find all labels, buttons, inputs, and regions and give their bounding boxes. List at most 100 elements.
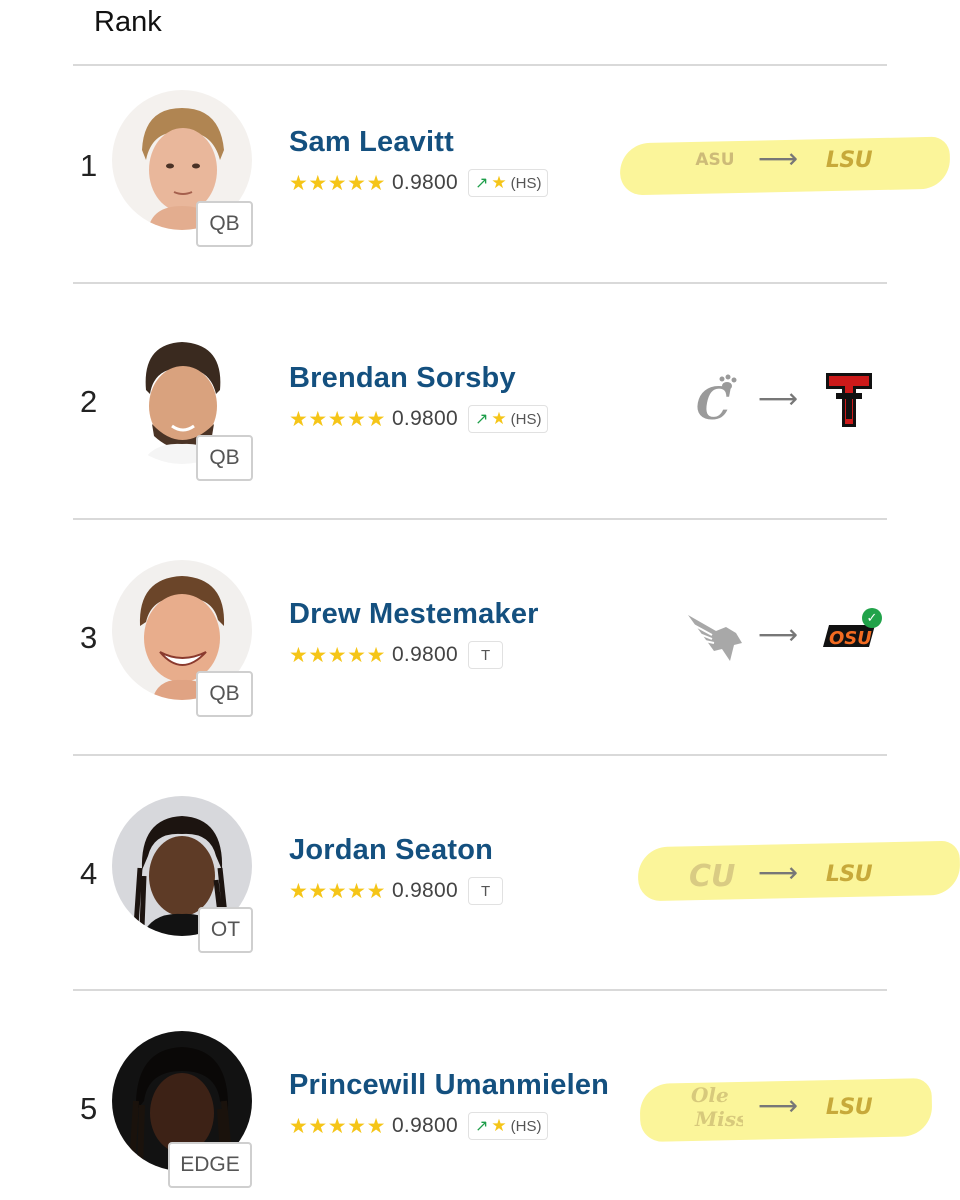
star-icon: ★ (366, 407, 386, 431)
star-icon: ★ (491, 1116, 507, 1135)
position-badge: QB (196, 201, 253, 247)
svg-text:Miss: Miss (694, 1107, 743, 1131)
rating-line: ★ ★ ★ ★ ★ 0.9800 T (289, 876, 504, 906)
star-icon: ★ (327, 879, 347, 903)
rating-value: 0.9800 (391, 879, 458, 902)
rating-line: ★ ★ ★ ★ ★ 0.9800 ↗ ★ (HS) (289, 168, 549, 198)
rating-value: 0.9800 (391, 643, 458, 666)
transfer-chip[interactable]: T (467, 641, 504, 669)
player-row-1[interactable]: 1 QB Sam Leavitt ★ ★ ★ ★ ★ 0.9800 ↗ ★ (HS) A… (0, 66, 960, 301)
star-icon: ★ (366, 171, 386, 195)
position-badge: QB (196, 671, 253, 717)
chip-label: (HS) (510, 410, 542, 428)
star-icon: ★ (366, 879, 386, 903)
cincinnati-logo[interactable]: C (682, 374, 748, 429)
rating-line: ★ ★ ★ ★ ★ 0.9800 T (289, 640, 504, 670)
star-icon: ★ (289, 1114, 308, 1138)
arrow-right-icon: ⟶ (758, 1090, 799, 1121)
player-name-link[interactable]: Drew Mestemaker (289, 598, 539, 631)
player-row-4[interactable]: 4 OT Jordan Seaton ★ ★ ★ ★ ★ 0.9800 T CU ⟶ L… (0, 756, 960, 991)
committed-check-icon: ✓ (862, 608, 882, 628)
star-icon: ★ (347, 879, 366, 903)
transfer-path: ⟶ OSU ✓ (620, 606, 960, 666)
star-icon: ★ (308, 171, 328, 195)
star-icon: ★ (289, 171, 308, 195)
star-icon: ★ (308, 1114, 328, 1138)
arrow-right-icon: ⟶ (758, 143, 799, 174)
arrow-right-icon: ⟶ (758, 857, 799, 888)
rank-number: 4 (80, 856, 98, 891)
position-badge: EDGE (168, 1142, 252, 1188)
star-icon: ★ (308, 879, 328, 903)
player-name-link[interactable]: Brendan Sorsby (289, 362, 516, 395)
page-title: Rank (94, 6, 162, 38)
player-name-link[interactable]: Jordan Seaton (289, 834, 493, 867)
star-icon: ★ (308, 643, 328, 667)
transfer-path: ASU ⟶ LSU (619, 130, 960, 196)
player-row-5[interactable]: 5 EDGE Princewill Umanmielen ★ ★ ★ ★ ★ 0.980… (0, 991, 960, 1200)
position-badge: OT (198, 907, 253, 953)
star-icon: ★ (308, 407, 328, 431)
star-icon: ★ (327, 407, 347, 431)
rating-line: ★ ★ ★ ★ ★ 0.9800 ↗ ★ (HS) (289, 404, 549, 434)
svg-text:Ole: Ole (691, 1083, 729, 1107)
trending-up-icon: ↗ (474, 175, 489, 192)
rank-number: 2 (80, 384, 98, 419)
player-name-link[interactable]: Sam Leavitt (289, 126, 454, 159)
star-rating: ★ ★ ★ ★ ★ (289, 1116, 386, 1137)
star-icon: ★ (491, 173, 507, 192)
player-row-3[interactable]: 3 QB Drew Mestemaker ★ ★ ★ ★ ★ 0.9800 T ⟶ (0, 520, 960, 755)
svg-text:CU: CU (689, 859, 735, 894)
north-texas-logo[interactable] (682, 612, 748, 661)
player-name-link[interactable]: Princewill Umanmielen (289, 1069, 609, 1102)
transfer-chip[interactable]: T (467, 877, 504, 905)
chip-label: T (480, 646, 491, 664)
star-icon: ★ (366, 1114, 386, 1138)
star-icon: ★ (327, 1114, 347, 1138)
lsu-logo[interactable]: LSU (814, 136, 884, 184)
star-icon: ★ (491, 409, 507, 428)
star-icon: ★ (347, 1114, 366, 1138)
chip-label: (HS) (510, 174, 542, 192)
texas-tech-logo[interactable] (814, 373, 884, 427)
transfer-path: C ⟶ (620, 370, 960, 430)
rank-number: 5 (80, 1091, 98, 1126)
oklahoma-state-logo[interactable]: OSU ✓ (814, 608, 884, 660)
arrow-right-icon: ⟶ (758, 619, 799, 650)
rating-value: 0.9800 (391, 1114, 458, 1137)
rating-value: 0.9800 (391, 171, 458, 194)
lsu-logo[interactable]: LSU (814, 850, 884, 898)
rank-number: 1 (80, 148, 98, 183)
star-rating: ★ ★ ★ ★ ★ (289, 881, 386, 902)
star-rating: ★ ★ ★ ★ ★ (289, 409, 386, 430)
player-row-2[interactable]: 2 QB Brendan Sorsby ★ ★ ★ ★ ★ 0.9800 ↗ ★ (HS… (0, 284, 960, 519)
hs-ranking-chip[interactable]: ↗ ★ (HS) (467, 169, 549, 197)
arrow-right-icon: ⟶ (758, 383, 799, 414)
rating-value: 0.9800 (391, 407, 458, 430)
trending-up-icon: ↗ (474, 411, 489, 428)
hs-ranking-chip[interactable]: ↗ ★ (HS) (467, 1112, 549, 1140)
chip-label: T (480, 882, 491, 900)
star-icon: ★ (347, 171, 366, 195)
asu-logo[interactable]: ASU (682, 136, 748, 184)
rating-line: ★ ★ ★ ★ ★ 0.9800 ↗ ★ (HS) (289, 1111, 549, 1141)
rank-number: 3 (80, 620, 98, 655)
lsu-logo[interactable]: LSU (814, 1083, 884, 1131)
svg-text:OSU: OSU (829, 628, 872, 649)
star-icon: ★ (347, 643, 366, 667)
transfer-path: Ole Miss ⟶ LSU (620, 1077, 960, 1143)
trending-up-icon: ↗ (474, 1118, 489, 1135)
hs-ranking-chip[interactable]: ↗ ★ (HS) (467, 405, 549, 433)
transfer-path: CU ⟶ LSU (620, 840, 960, 904)
star-icon: ★ (347, 407, 366, 431)
colorado-logo[interactable]: CU (682, 850, 748, 898)
star-icon: ★ (289, 643, 308, 667)
star-rating: ★ ★ ★ ★ ★ (289, 645, 386, 666)
star-icon: ★ (327, 643, 347, 667)
star-icon: ★ (327, 171, 347, 195)
chip-label: (HS) (510, 1117, 542, 1135)
star-icon: ★ (289, 407, 308, 431)
position-badge: QB (196, 435, 253, 481)
ole-miss-logo[interactable]: Ole Miss (682, 1083, 748, 1131)
star-rating: ★ ★ ★ ★ ★ (289, 173, 386, 194)
